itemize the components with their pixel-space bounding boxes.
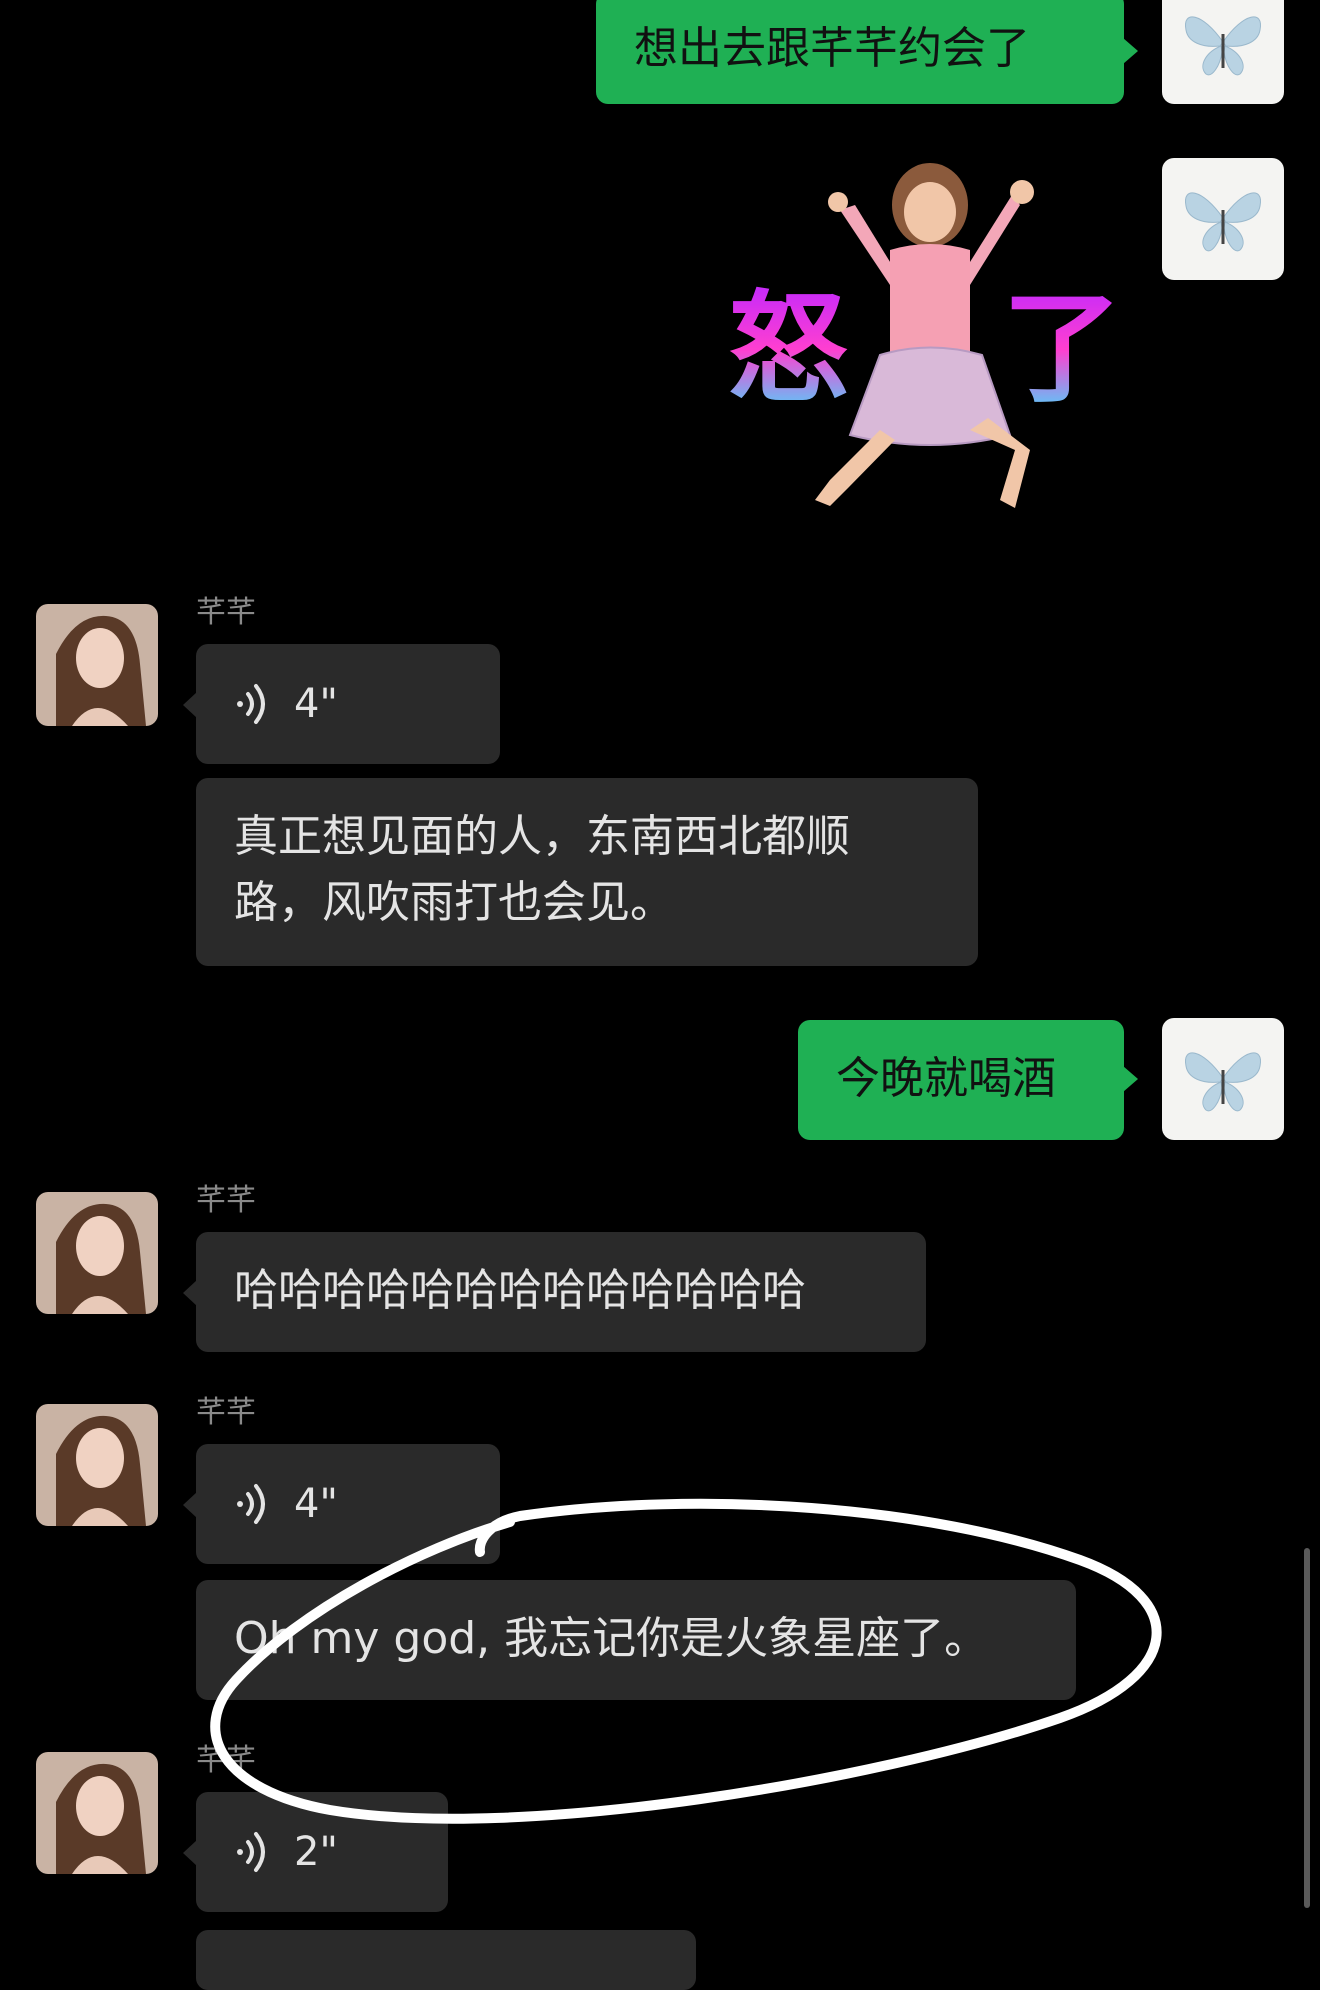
message-text: 哈哈哈哈哈哈哈哈哈哈哈哈哈 bbox=[234, 1265, 806, 1316]
message-text-line: 真正想见面的人，东南西北都顺 bbox=[234, 811, 850, 862]
butterfly-icon bbox=[1185, 1052, 1261, 1112]
sender-name: 芊芊 bbox=[196, 1743, 256, 1778]
voice-wave-icon bbox=[237, 1832, 265, 1872]
friend-avatar[interactable] bbox=[36, 1192, 158, 1314]
friend-message-bubble[interactable]: 哈哈哈哈哈哈哈哈哈哈哈哈哈 bbox=[183, 1232, 926, 1352]
avatar-photo bbox=[36, 604, 158, 726]
voice-duration: 4" bbox=[294, 1481, 338, 1527]
friend-message-bubble[interactable]: Oh my god, 我忘记你是火象星座了。 bbox=[196, 1580, 1076, 1700]
message-text-line: 路，风吹雨打也会见。 bbox=[234, 877, 674, 928]
voice-message[interactable]: 2" bbox=[183, 1792, 448, 1912]
message-text: 想出去跟芊芊约会了 bbox=[634, 23, 1030, 74]
avatar-photo bbox=[36, 1192, 158, 1314]
voice-wave-icon bbox=[237, 1484, 265, 1524]
self-avatar[interactable] bbox=[1162, 0, 1284, 104]
friend-avatar[interactable] bbox=[36, 604, 158, 726]
sender-name: 芊芊 bbox=[196, 1395, 256, 1430]
friend-avatar[interactable] bbox=[36, 1752, 158, 1874]
self-message-bubble[interactable]: 想出去跟芊芊约会了 bbox=[596, 0, 1138, 104]
butterfly-icon bbox=[1185, 192, 1261, 252]
self-avatar[interactable] bbox=[1162, 158, 1284, 280]
sticker-message[interactable]: 怒 了 bbox=[720, 150, 1140, 550]
voice-wave-icon bbox=[237, 684, 265, 724]
voice-message[interactable]: 4" bbox=[183, 1444, 500, 1564]
friend-message-bubble[interactable]: 真正想见面的人，东南西北都顺 路，风吹雨打也会见。 bbox=[196, 778, 978, 966]
voice-duration: 4" bbox=[294, 681, 338, 727]
voice-message[interactable]: 4" bbox=[183, 644, 500, 764]
voice-duration: 2" bbox=[294, 1829, 338, 1875]
avatar-photo bbox=[36, 1404, 158, 1526]
message-text: 今晚就喝酒 bbox=[836, 1053, 1056, 1104]
butterfly-icon bbox=[1185, 16, 1261, 76]
self-avatar[interactable] bbox=[1162, 1018, 1284, 1140]
message-text: Oh my god, 我忘记你是火象星座了。 bbox=[234, 1613, 989, 1664]
avatar-photo bbox=[36, 1752, 158, 1874]
scrollbar[interactable] bbox=[1304, 1548, 1310, 1908]
sender-name: 芊芊 bbox=[196, 595, 256, 630]
self-message-bubble[interactable]: 今晚就喝酒 bbox=[798, 1020, 1138, 1140]
sticker-text-right: 了 bbox=[1002, 280, 1122, 419]
sticker-text-left: 怒 bbox=[728, 280, 848, 419]
sender-name: 芊芊 bbox=[196, 1183, 256, 1218]
friend-message-bubble-partial[interactable] bbox=[196, 1930, 696, 1990]
friend-avatar[interactable] bbox=[36, 1404, 158, 1526]
